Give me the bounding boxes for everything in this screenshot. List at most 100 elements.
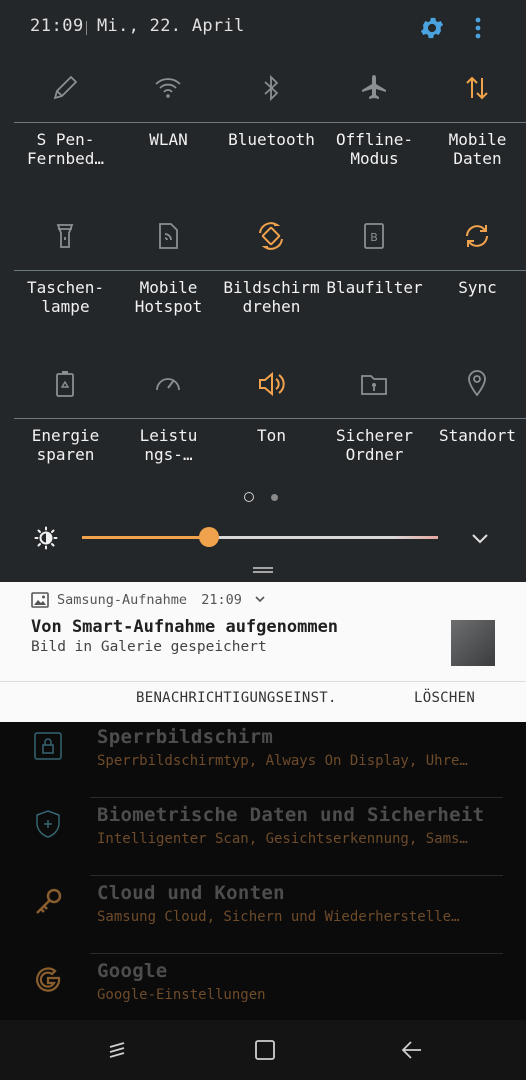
- divider: [90, 953, 503, 954]
- quick-tile-pen[interactable]: S Pen- Fernbed…: [14, 62, 117, 210]
- brightness-track-filled[interactable]: [82, 536, 210, 539]
- brightness-slider-thumb[interactable]: [199, 527, 219, 547]
- tile-underline: [426, 122, 526, 123]
- notification-app-line: Samsung-Aufnahme 21:09: [57, 592, 266, 608]
- flashlight-icon: [41, 212, 89, 260]
- tile-underline: [220, 270, 323, 271]
- notification-settings-button[interactable]: BENACHRICHTIGUNGSEINST.: [136, 690, 337, 706]
- hotspot-icon: [144, 212, 192, 260]
- date: Mi., 22. April: [97, 16, 245, 36]
- quick-tile-label: Bildschirm drehen: [223, 278, 320, 316]
- quick-tile-label: Taschen- lampe: [26, 278, 105, 316]
- settings-item-title: Cloud und Konten: [97, 882, 285, 904]
- quick-tile-label: Sync: [458, 278, 497, 297]
- tile-underline: [426, 418, 526, 419]
- quick-tile-label: Energie sparen: [31, 426, 100, 464]
- sound-icon: [247, 360, 295, 408]
- divider: [90, 797, 503, 798]
- clear-button[interactable]: LÖSCHEN: [414, 690, 475, 706]
- quick-tile-label: Offline- Modus: [335, 130, 414, 168]
- shield-icon: [36, 810, 60, 838]
- quick-tile-label: Ton: [257, 426, 286, 445]
- lock-icon: [34, 732, 62, 760]
- status-bar: 21:09 Mi., 22. April: [0, 0, 526, 56]
- tile-underline: [117, 418, 220, 419]
- quick-tile-bluetooth[interactable]: Bluetooth: [220, 62, 323, 210]
- chevron-down-icon[interactable]: [468, 526, 492, 550]
- notification-time: 21:09: [201, 592, 242, 608]
- wifi-icon: [144, 64, 192, 112]
- bluetooth-icon: [247, 64, 295, 112]
- quick-tile-hotspot[interactable]: Mobile Hotspot: [117, 210, 220, 358]
- quick-panel: 21:09 Mi., 22. April S Pen- Fernbed… WLAN…: [0, 0, 526, 582]
- performance-icon: [144, 360, 192, 408]
- quick-tile-airplane[interactable]: Offline- Modus: [323, 62, 426, 210]
- page-dot-active: [244, 492, 254, 502]
- settings-item-subtitle: Sperrbildschirmtyp, Always On Display, U…: [97, 753, 468, 769]
- quick-tile-label: Mobile Hotspot: [134, 278, 203, 316]
- quick-tile-rotate[interactable]: Bildschirm drehen: [220, 210, 323, 358]
- back-icon[interactable]: [400, 1038, 424, 1062]
- tile-underline: [220, 418, 323, 419]
- notification-app-name: Samsung-Aufnahme: [57, 592, 188, 608]
- quick-tile-wifi[interactable]: WLAN: [117, 62, 220, 210]
- chevron-down-icon[interactable]: [254, 593, 266, 605]
- tile-underline: [14, 418, 117, 419]
- quick-tile-label: Mobile Daten: [448, 130, 507, 168]
- settings-item-subtitle: Intelligenter Scan, Gesichtserkennung, S…: [97, 831, 468, 847]
- settings-item-subtitle: Samsung Cloud, Sichern und Wiederherstel…: [97, 909, 460, 925]
- brightness-icon: [34, 526, 58, 550]
- home-icon[interactable]: [253, 1038, 277, 1062]
- key-icon: [36, 888, 62, 914]
- rotate-icon: [247, 212, 295, 260]
- settings-item-subtitle: Google-Einstellungen: [97, 987, 266, 1003]
- settings-item-title: Biometrische Daten und Sicherheit: [97, 804, 485, 826]
- svg-text:B: B: [370, 231, 378, 244]
- settings-item-cloud-accounts[interactable]: Cloud und Konten Samsung Cloud, Sichern …: [0, 878, 526, 954]
- divider: [0, 681, 526, 682]
- settings-list: Sperrbildschirm Sperrbildschirmtyp, Alwa…: [0, 722, 526, 1020]
- quick-tile-flashlight[interactable]: Taschen- lampe: [14, 210, 117, 358]
- quick-tile-location[interactable]: Standort: [426, 358, 526, 506]
- location-icon: [453, 360, 501, 408]
- clock: 21:09: [30, 16, 84, 36]
- quick-tile-label: Sicherer Ordner: [335, 426, 414, 464]
- quick-tile-sound[interactable]: Ton: [220, 358, 323, 506]
- tile-underline: [323, 418, 426, 419]
- settings-item-biometrics[interactable]: Biometrische Daten und Sicherheit Intell…: [0, 800, 526, 876]
- quick-tile-label: Blaufilter: [326, 278, 423, 297]
- quick-tile-performance[interactable]: Leistu ngs-…: [117, 358, 220, 506]
- brightness-track[interactable]: [210, 536, 438, 539]
- settings-item-lock-screen[interactable]: Sperrbildschirm Sperrbildschirmtyp, Alwa…: [0, 722, 526, 798]
- screenshot-thumbnail[interactable]: [451, 620, 495, 666]
- more-vertical-icon[interactable]: [466, 14, 490, 42]
- google-icon: [36, 967, 61, 992]
- tile-underline: [117, 270, 220, 271]
- page-dot: [271, 494, 278, 501]
- quick-tile-sync[interactable]: Sync: [426, 210, 526, 358]
- tile-underline: [220, 122, 323, 123]
- battery-saver-icon: [41, 360, 89, 408]
- image-icon: [31, 592, 49, 608]
- recents-icon[interactable]: [106, 1038, 130, 1062]
- settings-item-title: Google: [97, 960, 168, 982]
- settings-gear-icon[interactable]: [418, 14, 446, 42]
- quick-tile-battery-saver[interactable]: Energie sparen: [14, 358, 117, 506]
- tile-underline: [426, 270, 526, 271]
- tile-underline: [14, 270, 117, 271]
- navigation-bar: [0, 1020, 526, 1080]
- quick-tile-data-arrows[interactable]: Mobile Daten: [426, 62, 526, 210]
- quick-tile-blue-filter[interactable]: B Blaufilter: [323, 210, 426, 358]
- quick-tile-label: Standort: [438, 426, 517, 445]
- tile-underline: [323, 122, 426, 123]
- tile-underline: [117, 122, 220, 123]
- secure-folder-icon: [350, 360, 398, 408]
- drag-handle[interactable]: [253, 567, 273, 573]
- pen-icon: [41, 64, 89, 112]
- sync-icon: [453, 212, 501, 260]
- quick-tile-secure-folder[interactable]: Sicherer Ordner: [323, 358, 426, 506]
- tile-underline: [14, 122, 117, 123]
- blue-filter-icon: B: [350, 212, 398, 260]
- tile-underline: [323, 270, 426, 271]
- quick-tile-label: Bluetooth: [228, 130, 315, 149]
